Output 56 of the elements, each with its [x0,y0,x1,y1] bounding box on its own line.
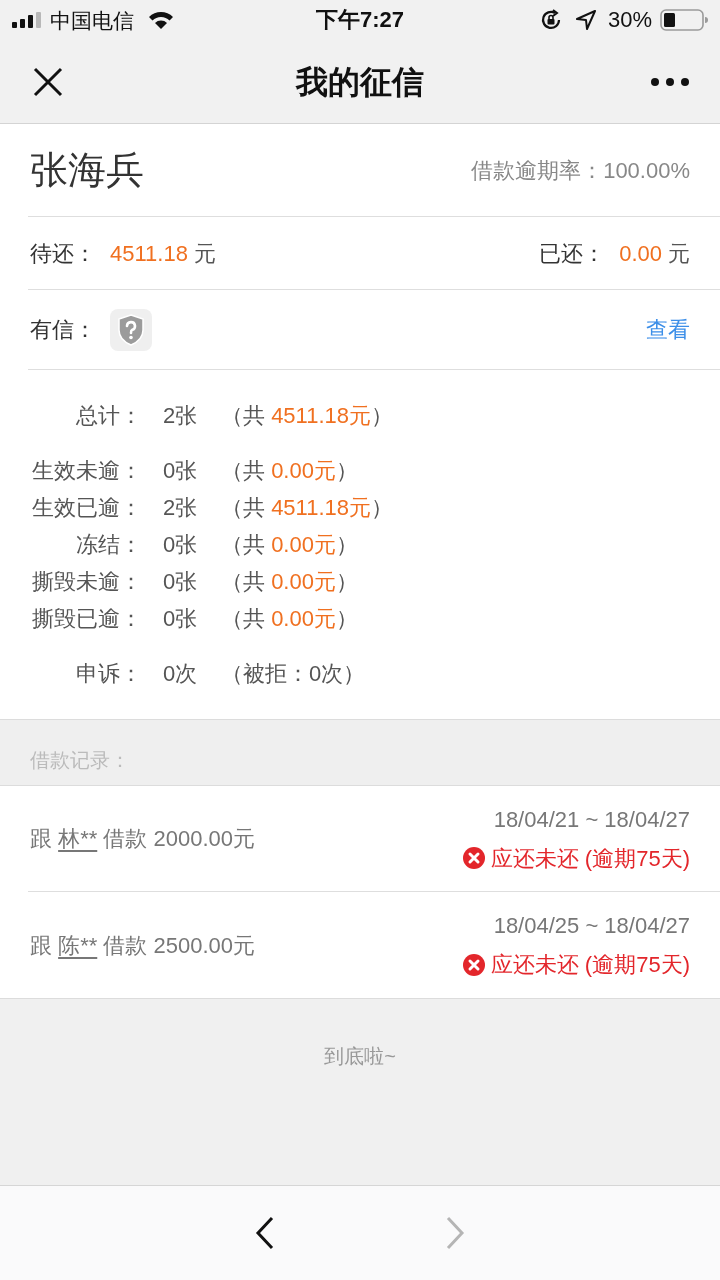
record-description: 跟 陈** 借款 2500.00元 [30,931,255,960]
loan-status: 应还未还 (逾期75天) [490,951,690,979]
balance-label: 待还： [30,239,96,268]
battery-percentage: 30% [607,9,652,31]
summary-count: 0张 [163,457,199,485]
error-icon [462,953,485,976]
wifi-icon [148,10,174,30]
battery-icon [660,9,708,31]
summary-total: （共 0.00元） [221,457,358,485]
page-title: 我的征信 [296,62,424,102]
summary-label: 撕毁未逾： [31,568,142,596]
loan-period: 18/04/25 ~ 18/04/27 [493,912,690,940]
balance-amount: 4511.18 [110,239,188,268]
summary-count: 2张 [163,402,199,430]
summary-total: （共 0.00元） [221,568,358,596]
summary-label: 总计： [75,402,142,430]
summary-count: 0张 [163,531,199,559]
chevron-left-icon [255,1216,275,1250]
signal-icon [12,12,42,28]
lender-link[interactable]: 林** [58,826,98,851]
summary-note: （被拒：0次） [221,660,366,688]
location-arrow-icon [575,10,596,30]
summary-label: 生效已逾： [31,494,142,522]
loan-period: 18/04/21 ~ 18/04/27 [493,805,690,834]
summary-label: 冻结： [75,531,142,559]
status-time: 下午7:27 [315,9,404,31]
summary-count: 0张 [163,605,199,633]
shield-question-icon [110,308,152,351]
summary-count: 0张 [163,568,199,596]
user-name: 张海兵 [30,147,144,193]
carrier-name: 中国电信 [50,9,134,31]
summary-total: （共 0.00元） [221,605,358,633]
record-description: 跟 林** 借款 2000.00元 [30,825,255,853]
lender-link[interactable]: 陈** [58,932,98,958]
summary-total: （共 4511.18元） [221,494,394,522]
close-icon [33,66,63,97]
balance-label: 已还： [539,239,606,268]
summary-count: 2张 [163,494,199,522]
youxin-label: 有信： [30,316,96,344]
currency-unit: 元 [193,239,216,268]
summary-label: 撕毁已逾： [31,605,142,633]
currency-unit: 元 [668,239,690,268]
overdue-rate: 借款逾期率：100.00% [471,156,690,185]
error-icon [462,847,485,869]
summary-total: （共 4511.18元） [221,402,394,430]
loan-status: 应还未还 (逾期75天) [490,844,690,873]
summary-label: 申诉： [75,660,142,688]
more-icon [651,77,689,86]
summary-total: （共 0.00元） [221,531,358,559]
chevron-right-icon [445,1216,465,1250]
orientation-lock-icon [539,9,562,31]
end-of-list-text: 到底啦~ [324,1044,396,1069]
summary-label: 生效未逾： [31,457,142,485]
view-link[interactable]: 查看 [646,313,690,346]
balance-amount: 0.00 [619,239,662,268]
summary-count: 0次 [163,660,199,688]
